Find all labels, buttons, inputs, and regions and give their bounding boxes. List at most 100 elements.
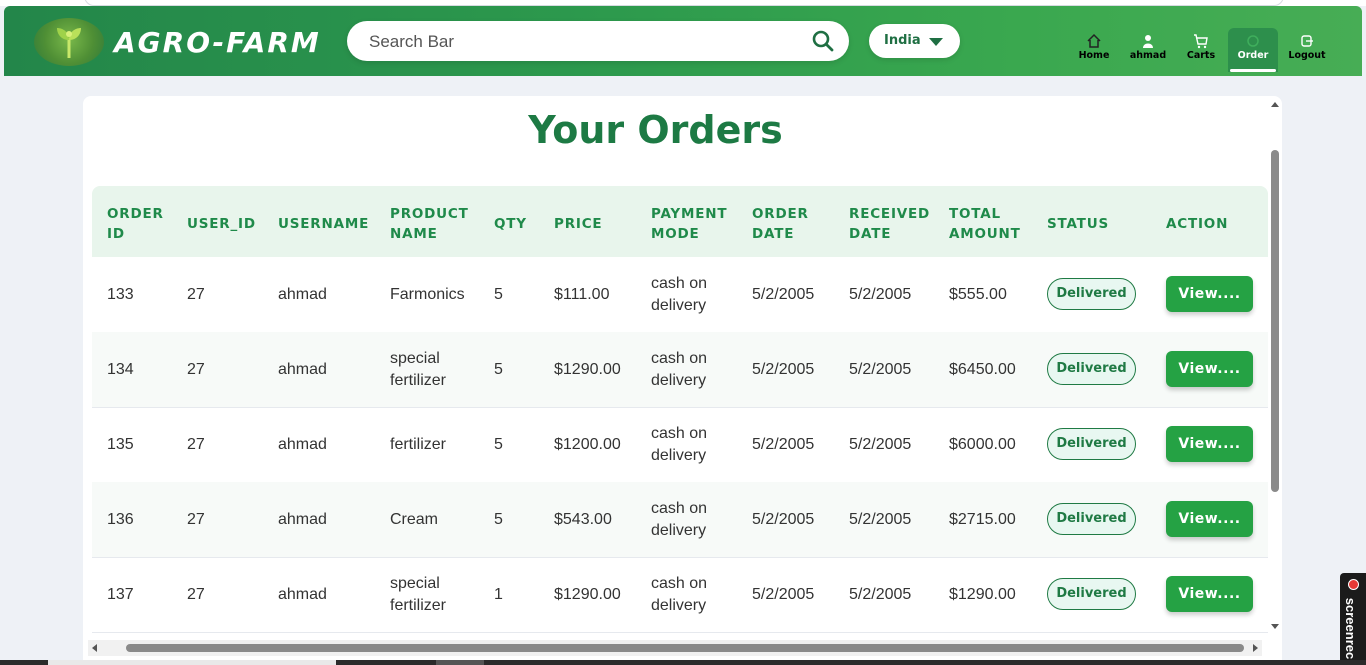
nav-home[interactable]: Home [1069, 28, 1119, 72]
received-date-cell: 5/2/2005 [849, 511, 912, 528]
nav-logout-label: Logout [1288, 50, 1326, 61]
view-button[interactable]: View.... [1166, 426, 1253, 462]
received-date-cell: 5/2/2005 [849, 436, 912, 453]
status-badge: Delivered [1047, 503, 1136, 535]
payment-mode-cell: cash on delivery [651, 500, 708, 539]
table-row: 137 27 ahmad special fertilizer 1 $1290.00 cash… [92, 557, 1268, 633]
col-received-date: RECEIVED DATE [849, 206, 931, 242]
country-value: India [884, 33, 921, 48]
col-status: STATUS [1047, 216, 1109, 232]
order-date-cell: 5/2/2005 [752, 586, 815, 603]
product-name-cell: special fertilizer [390, 575, 447, 614]
cart-icon [1194, 34, 1208, 49]
nav-order-label: Order [1237, 50, 1269, 61]
user-id-cell: 27 [187, 361, 205, 378]
order-id-cell: 137 [107, 586, 134, 603]
user-icon [1143, 35, 1153, 48]
logout-icon [1301, 35, 1313, 47]
qty-cell: 1 [494, 586, 503, 603]
vertical-scrollbar[interactable] [1268, 100, 1282, 635]
total-amount-cell: $2715.00 [949, 511, 1016, 528]
nav-home-label: Home [1078, 50, 1110, 61]
nav-carts[interactable]: Carts [1176, 28, 1226, 72]
view-button[interactable]: View.... [1166, 351, 1253, 387]
order-id-cell: 135 [107, 436, 134, 453]
navbar: AGRO-FARM India Home ahmad Carts Order L… [4, 6, 1362, 76]
username-cell: ahmad [278, 286, 327, 303]
qty-cell: 5 [494, 286, 503, 303]
username-cell: ahmad [278, 436, 327, 453]
product-name-cell: Farmonics [390, 286, 465, 303]
table-row: 135 27 ahmad fertilizer 5 $1200.00 cash on deli… [92, 407, 1268, 483]
received-date-cell: 5/2/2005 [849, 586, 912, 603]
taskbar-item[interactable] [436, 660, 484, 665]
search-input[interactable] [367, 29, 791, 55]
nav-logout[interactable]: Logout [1282, 28, 1332, 72]
order-date-cell: 5/2/2005 [752, 436, 815, 453]
order-date-cell: 5/2/2005 [752, 511, 815, 528]
qty-cell: 5 [494, 436, 503, 453]
order-id-cell: 134 [107, 361, 134, 378]
horizontal-scrollbar[interactable] [88, 640, 1262, 656]
view-button[interactable]: View.... [1166, 276, 1253, 312]
table-row: 136 27 ahmad Cream 5 $543.00 cash on delivery 5/… [92, 482, 1268, 558]
total-amount-cell: $6450.00 [949, 361, 1016, 378]
col-product-name: PRODUCT NAME [390, 206, 469, 242]
product-name-cell: fertilizer [390, 436, 447, 453]
price-cell: $543.00 [554, 511, 612, 528]
user-id-cell: 27 [187, 286, 205, 303]
received-date-cell: 5/2/2005 [849, 361, 912, 378]
price-cell: $1200.00 [554, 436, 621, 453]
status-badge: Delivered [1047, 578, 1136, 610]
total-amount-cell: $555.00 [949, 286, 1007, 303]
nav-order[interactable]: Order [1228, 28, 1278, 72]
received-date-cell: 5/2/2005 [849, 286, 912, 303]
username-cell: ahmad [278, 361, 327, 378]
user-id-cell: 27 [187, 436, 205, 453]
chevron-down-icon [929, 38, 943, 46]
username-cell: ahmad [278, 586, 327, 603]
product-name-cell: special fertilizer [390, 350, 447, 389]
country-select[interactable]: India [869, 24, 960, 58]
leaf-icon [57, 28, 81, 58]
scroll-right-icon[interactable] [1253, 644, 1258, 652]
search-icon[interactable] [812, 30, 834, 52]
status-badge: Delivered [1047, 353, 1136, 385]
view-button[interactable]: View.... [1166, 576, 1253, 612]
page-title: Your Orders [528, 108, 783, 152]
view-button[interactable]: View.... [1166, 501, 1253, 537]
taskbar [0, 660, 1366, 665]
nav-carts-label: Carts [1186, 50, 1216, 61]
order-id-cell: 136 [107, 511, 134, 528]
vertical-scroll-thumb[interactable] [1271, 150, 1279, 492]
taskbar-item[interactable] [48, 660, 336, 665]
col-price: PRICE [554, 216, 603, 232]
nav-profile[interactable]: ahmad [1123, 28, 1173, 72]
orders-card: Your Orders ORDER ID USER_ID USERNAME PRO… [83, 96, 1282, 665]
scroll-up-icon[interactable] [1271, 102, 1279, 107]
user-id-cell: 27 [187, 586, 205, 603]
table-header: ORDER ID USER_ID USERNAME PRODUCT NAME QTY… [92, 186, 1268, 257]
table-row: 133 27 ahmad Farmonics 5 $111.00 cash on delive… [92, 257, 1268, 333]
order-date-cell: 5/2/2005 [752, 286, 815, 303]
scroll-down-icon[interactable] [1271, 624, 1279, 629]
recorder-widget[interactable]: screenrec [1340, 573, 1366, 665]
brand-name[interactable]: AGRO-FARM [114, 26, 321, 59]
col-action: ACTION [1166, 216, 1229, 232]
payment-mode-cell: cash on delivery [651, 275, 708, 314]
payment-mode-cell: cash on delivery [651, 575, 708, 614]
col-username: USERNAME [278, 216, 370, 232]
scroll-left-icon[interactable] [92, 644, 97, 652]
record-icon [1348, 579, 1359, 590]
nav-profile-label: ahmad [1129, 50, 1167, 61]
order-id-cell: 133 [107, 286, 134, 303]
qty-cell: 5 [494, 361, 503, 378]
qty-cell: 5 [494, 511, 503, 528]
home-icon [1087, 33, 1101, 48]
logo[interactable] [34, 18, 104, 66]
horizontal-scroll-thumb[interactable] [126, 644, 1244, 652]
product-name-cell: Cream [390, 511, 439, 528]
price-cell: $111.00 [554, 286, 610, 303]
recorder-label: screenrec [1343, 597, 1359, 660]
col-user-id: USER_ID [187, 216, 256, 232]
